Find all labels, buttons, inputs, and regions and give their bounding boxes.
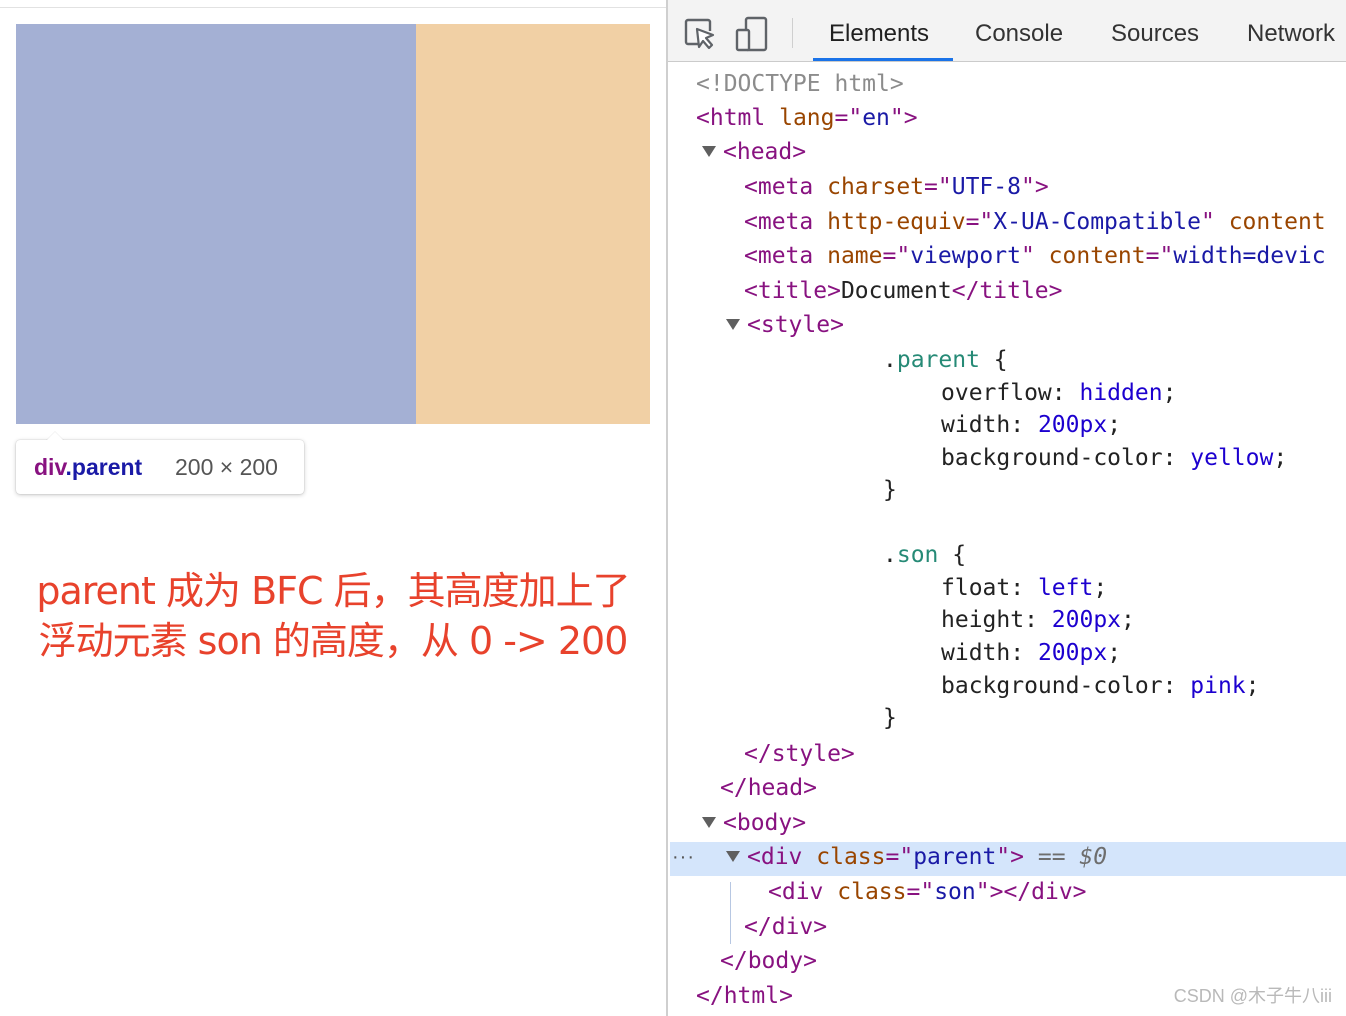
title-line[interactable]: <title>Document</title> xyxy=(744,274,1063,308)
div-parent-expand-icon[interactable] xyxy=(726,851,740,862)
cursor-in-box-icon[interactable] xyxy=(682,16,718,52)
body-expand-icon[interactable] xyxy=(702,817,716,828)
css-son-rule-2: height: 200px; xyxy=(941,607,1135,633)
css-parent-close: } xyxy=(883,477,897,503)
style-close-line[interactable]: </style> xyxy=(744,737,855,771)
devtools-panel: Elements Console Sources Network ··· <!D… xyxy=(668,0,1346,1016)
tooltip-dimensions: 200 × 200 xyxy=(175,454,278,480)
css-parent-rule-2: width: 200px; xyxy=(941,412,1122,438)
tooltip-class-name: .parent xyxy=(65,454,143,480)
device-toggle-icon[interactable] xyxy=(734,15,770,53)
style-open-line[interactable]: <style> xyxy=(747,308,844,342)
tooltip-tag-name: div xyxy=(34,454,66,480)
doctype-line[interactable]: <!DOCTYPE html> xyxy=(696,67,904,101)
style-expand-icon[interactable] xyxy=(726,319,740,330)
div-son-line[interactable]: <div class="son"></div> xyxy=(768,875,1087,909)
tab-network[interactable]: Network xyxy=(1247,0,1335,61)
css-parent-rule-3: background-color: yellow; xyxy=(941,445,1288,471)
watermark: CSDN @木子牛八iii xyxy=(1173,986,1332,1006)
html-close-line[interactable]: </html> xyxy=(696,979,793,1013)
tab-console[interactable]: Console xyxy=(975,0,1063,61)
dom-tree: ··· <!DOCTYPE html> <html lang="en"> <he… xyxy=(668,62,1346,1016)
annotation-line-1: parent 成为 BFC 后，其高度加上了 xyxy=(36,569,630,613)
css-son-close: } xyxy=(883,705,897,731)
css-parent-rule-1: overflow: hidden; xyxy=(941,380,1177,406)
body-close-line[interactable]: </body> xyxy=(720,944,817,978)
head-expand-icon[interactable] xyxy=(702,146,716,157)
son-float-box[interactable] xyxy=(16,24,416,424)
page-preview: div.parent 200 × 200 parent 成为 BFC 后，其高度… xyxy=(0,0,666,1016)
element-size-tooltip: div.parent 200 × 200 xyxy=(16,432,304,494)
annotation-note: parent 成为 BFC 后，其高度加上了 浮动元素 son 的高度，从 0 … xyxy=(0,566,666,666)
top-divider xyxy=(0,7,666,8)
tab-sources[interactable]: Sources xyxy=(1111,0,1199,61)
head-open-line[interactable]: <head> xyxy=(723,135,806,169)
devtools-toolbar: Elements Console Sources Network xyxy=(668,0,1346,62)
css-parent-selector: .parent { xyxy=(883,347,1008,373)
tab-elements[interactable]: Elements xyxy=(812,0,954,61)
meta-viewport-line[interactable]: <meta name="viewport" content="width=dev… xyxy=(744,239,1326,273)
css-son-rule-3: width: 200px; xyxy=(941,640,1122,666)
html-open-line[interactable]: <html lang="en"> xyxy=(696,101,918,135)
meta-http-equiv-line[interactable]: <meta http-equiv="X-UA-Compatible" conte… xyxy=(744,205,1326,239)
css-son-rule-4: background-color: pink; xyxy=(941,673,1260,699)
tooltip-arrow xyxy=(46,432,64,441)
css-son-selector: .son { xyxy=(883,542,967,568)
body-open-line[interactable]: <body> xyxy=(723,806,806,840)
tooltip-selector: div.parent xyxy=(34,454,142,481)
tree-guide-line xyxy=(730,882,731,944)
head-close-line[interactable]: </head> xyxy=(720,771,817,805)
parent-box[interactable] xyxy=(416,24,650,424)
node-actions-ellipsis[interactable]: ··· xyxy=(672,846,695,869)
toolbar-separator xyxy=(792,18,793,48)
div-parent-line[interactable]: <div class="parent"> == $0 xyxy=(747,840,1107,874)
meta-charset-line[interactable]: <meta charset="UTF-8"> xyxy=(744,170,1049,204)
css-son-rule-1: float: left; xyxy=(941,575,1108,601)
annotation-line-2: 浮动元素 son 的高度，从 0 -> 200 xyxy=(38,619,629,663)
div-close-line[interactable]: </div> xyxy=(744,910,827,944)
